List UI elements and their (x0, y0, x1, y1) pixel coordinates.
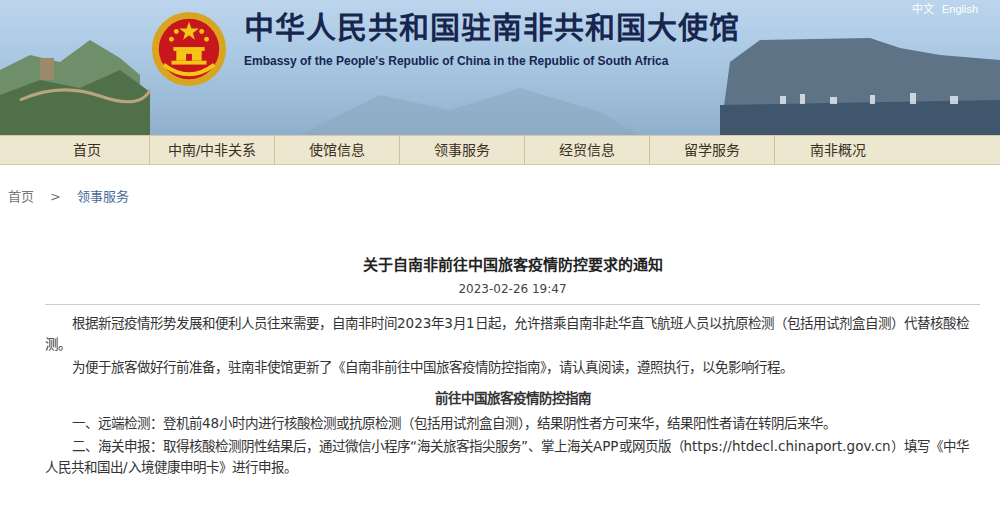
nav-label[interactable]: 使馆信息 (309, 140, 365, 161)
language-switch: 中文 English (912, 1, 978, 18)
language-link[interactable]: English (942, 1, 978, 18)
nav-item[interactable]: 使馆信息 (275, 136, 400, 164)
site-title: 中华人民共和国驻南非共和国大使馆 (244, 10, 740, 46)
nav-label[interactable]: 留学服务 (684, 140, 740, 161)
article-paragraph: 根据新冠疫情形势发展和便利人员往来需要，自南非时间2023年3月1日起，允许搭乘… (45, 313, 980, 355)
article: 关于自南非前往中国旅客疫情防控要求的通知 2023-02-26 19:47 根据新冠… (0, 254, 1000, 478)
nav-label[interactable]: 经贸信息 (559, 140, 615, 161)
language-link[interactable]: 中文 (912, 1, 934, 18)
article-date: 2023-02-26 19:47 (45, 280, 980, 298)
guide-item: 二、海关申报：取得核酸检测阴性结果后，通过微信小程序“海关旅客指尖服务”、掌上海… (45, 436, 980, 478)
nav-item[interactable]: 经贸信息 (525, 136, 650, 164)
nav-label[interactable]: 南非概况 (810, 140, 866, 161)
breadcrumb: 首页 > 领事服务 (0, 165, 1000, 209)
main-nav: 首页 中南/中非关系 使馆信息 领事服务 经贸信息 留学服务 南非概况 (0, 135, 1000, 165)
national-emblem-icon (150, 10, 228, 88)
site-subtitle: Embassy of the People's Republic of Chin… (244, 52, 740, 70)
title-divider (45, 304, 980, 305)
breadcrumb-link[interactable]: 首页 (8, 187, 34, 209)
guide-heading: 前往中国旅客疫情防控指南 (45, 388, 980, 409)
nav-item[interactable]: 留学服务 (650, 136, 775, 164)
nav-item[interactable]: 中南/中非关系 (150, 136, 275, 164)
article-title: 关于自南非前往中国旅客疫情防控要求的通知 (45, 254, 980, 276)
site-header: 中文 English 中华人民共和国驻南非共和国大使馆 Embassy of th… (0, 0, 1000, 135)
nav-label[interactable]: 领事服务 (434, 140, 490, 161)
nav-item[interactable]: 南非概况 (775, 136, 900, 164)
article-paragraph: 为便于旅客做好行前准备，驻南非使馆更新了《自南非前往中国旅客疫情防控指南》，请认… (45, 357, 980, 378)
nav-item[interactable]: 领事服务 (400, 136, 525, 164)
nav-item[interactable]: 首页 (25, 136, 150, 164)
breadcrumb-separator: > (50, 187, 61, 209)
guide-item: 一、远端检测：登机前48小时内进行核酸检测或抗原检测（包括用试剂盒自测），结果阴… (45, 413, 980, 434)
breadcrumb-link[interactable]: 领事服务 (77, 187, 129, 209)
nav-label[interactable]: 首页 (73, 140, 101, 161)
nav-label[interactable]: 中南/中非关系 (168, 140, 257, 161)
